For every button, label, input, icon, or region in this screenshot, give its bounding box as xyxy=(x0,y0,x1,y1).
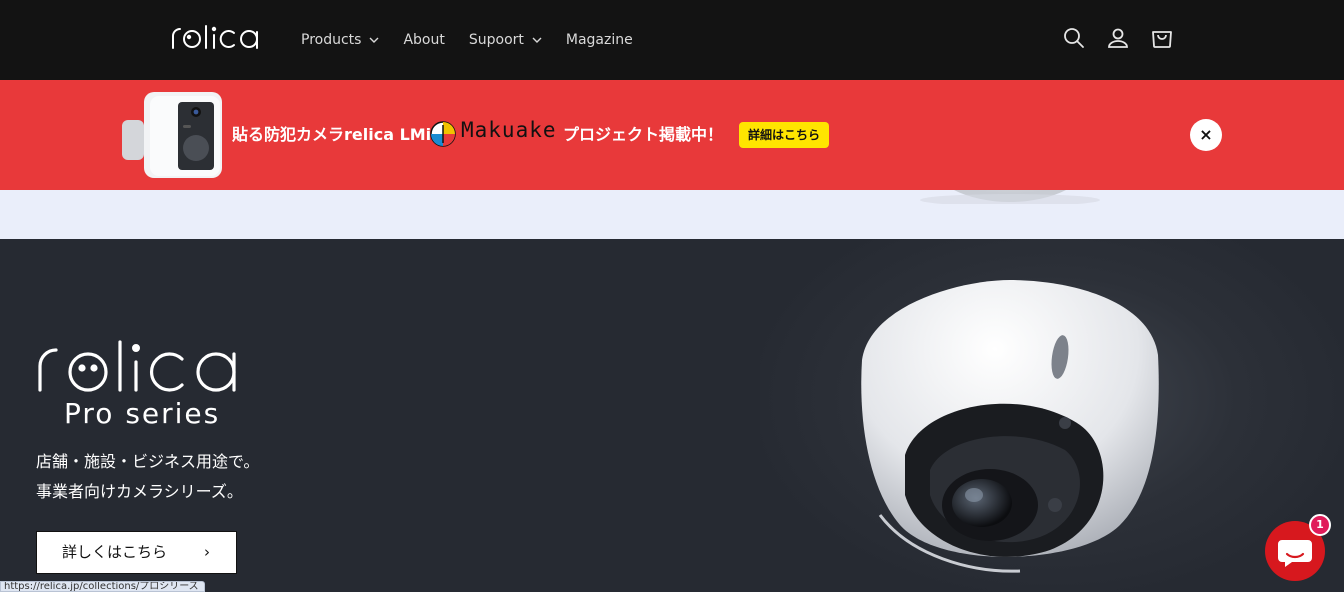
nav-about-label: About xyxy=(403,32,445,48)
hero-details-button[interactable]: 詳しくはこちら › xyxy=(36,531,237,574)
chevron-down-icon xyxy=(369,37,379,43)
nav-products[interactable]: Products xyxy=(301,32,379,48)
cart-icon[interactable] xyxy=(1150,26,1174,50)
chevron-down-icon xyxy=(532,37,542,43)
nav-about[interactable]: About xyxy=(403,32,444,48)
hero-description-line-1: 店舗・施設・ビジネス用途で。 xyxy=(36,452,260,471)
banner-details-button[interactable]: 詳細はこちら xyxy=(739,122,830,148)
announcement-banner[interactable]: 貼る防犯カメラrelica LMi Makuake プロジェクト掲載中！ 詳細は… xyxy=(0,80,1344,190)
chevron-right-icon: › xyxy=(204,543,210,561)
previous-slide-strip xyxy=(0,190,1344,239)
banner-close-button[interactable]: × xyxy=(1190,119,1222,151)
main-nav: Products About Supoort Magazine xyxy=(301,0,657,80)
chat-notification-badge: 1 xyxy=(1309,514,1331,536)
hero-description: 店舗・施設・ビジネス用途で。 事業者向けカメラシリーズ。 xyxy=(36,447,259,507)
site-header: Products About Supoort Magazine xyxy=(0,0,1344,80)
makuake-logo-icon xyxy=(430,121,456,147)
dome-camera-image xyxy=(861,280,1159,573)
hero-description-line-2: 事業者向けカメラシリーズ。 xyxy=(36,482,243,501)
relica-logo[interactable] xyxy=(170,24,264,50)
hero-details-button-label: 詳しくはこちら xyxy=(62,543,168,561)
dome-camera-edge-image xyxy=(920,190,1100,204)
hero-section: Pro series 店舗・施設・ビジネス用途で。 事業者向けカメラシリーズ。 … xyxy=(0,239,1344,592)
search-icon[interactable] xyxy=(1062,26,1086,50)
relica-hero-logo xyxy=(38,340,236,392)
banner-text-after: プロジェクト掲載中！ xyxy=(563,125,724,144)
status-bar-url: https://relica.jp/collections/プロシリーズ xyxy=(0,581,205,592)
banner-text: 貼る防犯カメラrelica LMi xyxy=(232,125,432,144)
nav-support-label: Supoort xyxy=(468,32,524,48)
hero-subtitle: Pro series xyxy=(64,397,221,430)
makuake-wordmark: Makuake xyxy=(461,118,557,142)
lmi-camera-image xyxy=(122,92,222,178)
nav-magazine[interactable]: Magazine xyxy=(566,32,633,48)
nav-products-label: Products xyxy=(301,32,362,48)
nav-support[interactable]: Supoort xyxy=(469,32,542,48)
account-icon[interactable] xyxy=(1106,26,1130,50)
nav-magazine-label: Magazine xyxy=(565,32,633,48)
